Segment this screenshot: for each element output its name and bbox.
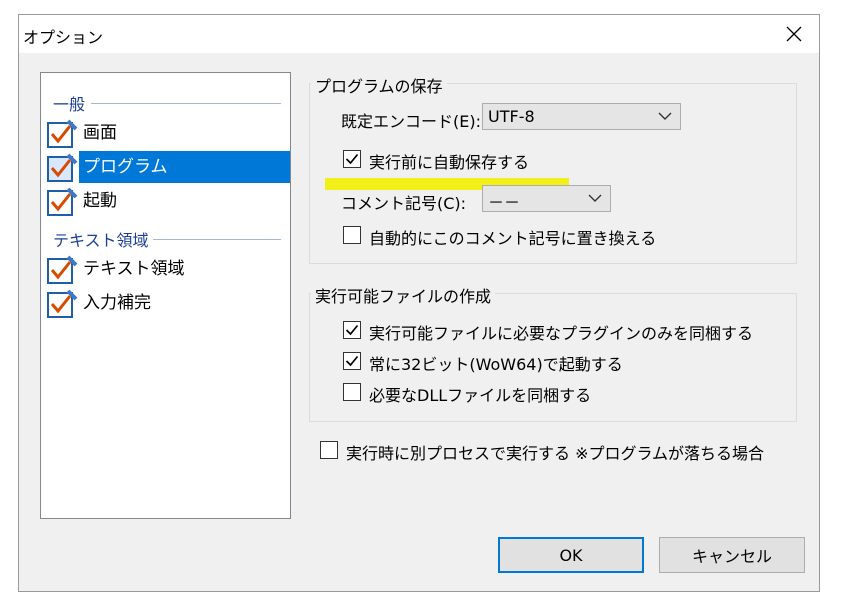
comment-label: コメント記号(C): (341, 194, 467, 213)
checkbox-box (343, 150, 361, 168)
autosave-label: 実行前に自動保存する (369, 153, 530, 172)
checklist-icon (47, 187, 78, 216)
comment-select-value: －－ (488, 193, 521, 212)
tree-item-screen[interactable]: 画面 (46, 117, 290, 149)
tree-category-text-area: テキスト領域 (53, 231, 149, 250)
encode-select[interactable]: UTF-8 (482, 103, 681, 130)
dll-label: 必要なDLLファイルを同梱する (369, 386, 592, 405)
checkmark-icon (345, 355, 359, 367)
wow64-checkbox[interactable]: 常に32ビット(WoW64)で起動する (343, 351, 623, 374)
tree-item-program[interactable]: プログラム (46, 151, 290, 183)
category-divider (91, 103, 281, 104)
separate-process-label: 実行時に別プロセスで実行する ※プログラムが落ちる場合 (346, 444, 765, 463)
tree-item-label: 入力補完 (83, 293, 151, 313)
plugins-checkbox[interactable]: 実行可能ファイルに必要なプラグインのみを同梱する (343, 320, 754, 343)
encode-label: 既定エンコード(E): (341, 112, 481, 131)
chevron-down-icon (588, 194, 602, 202)
comment-select[interactable]: －－ (482, 185, 611, 212)
plugins-label: 実行可能ファイルに必要なプラグインのみを同梱する (369, 324, 754, 343)
checkbox-box (343, 321, 361, 339)
category-divider (153, 239, 281, 240)
close-button[interactable] (775, 15, 813, 53)
window-title: オプション (23, 28, 104, 47)
autoreplace-label: 自動的にこのコメント記号に置き換える (369, 229, 657, 248)
tree-item-label: プログラム (79, 151, 290, 183)
close-icon (786, 26, 802, 42)
tree-item-text-area[interactable]: テキスト領域 (46, 253, 290, 285)
tree-item-label: 画面 (83, 123, 117, 143)
separate-process-checkbox[interactable]: 実行時に別プロセスで実行する ※プログラムが落ちる場合 (320, 440, 780, 463)
wow64-label: 常に32ビット(WoW64)で起動する (369, 355, 623, 374)
autoreplace-checkbox[interactable]: 自動的にこのコメント記号に置き換える (343, 225, 663, 248)
checklist-icon (47, 119, 78, 148)
checkbox-box (320, 441, 338, 459)
tree-item-label: 起動 (83, 191, 117, 211)
checkbox-box (343, 383, 361, 401)
encode-select-value: UTF-8 (488, 107, 535, 126)
checklist-icon (47, 153, 78, 182)
exe-group-title: 実行可能ファイルの作成 (311, 283, 496, 307)
dll-checkbox[interactable]: 必要なDLLファイルを同梱する (343, 382, 593, 405)
tree-item-label: テキスト領域 (83, 259, 185, 279)
autosave-checkbox[interactable]: 実行前に自動保存する (343, 149, 573, 172)
tree-item-autocomplete[interactable]: 入力補完 (46, 287, 290, 319)
title-bar: オプション (19, 15, 819, 53)
checklist-icon (47, 255, 78, 284)
chevron-down-icon (658, 112, 672, 120)
tree-category-general: 一般 (53, 95, 86, 114)
options-dialog: オプション 一般 画面 プログラム 起動 テキスト領域 テキスト領域 入力補完 … (18, 14, 820, 592)
checkmark-icon (345, 324, 359, 336)
ok-button[interactable]: OK (498, 537, 644, 573)
category-tree[interactable]: 一般 画面 プログラム 起動 テキスト領域 テキスト領域 入力補完 (40, 72, 291, 519)
cancel-button[interactable]: キャンセル (659, 537, 805, 573)
checkbox-box (343, 226, 361, 244)
tree-item-startup[interactable]: 起動 (46, 185, 290, 217)
checklist-icon (47, 289, 78, 318)
checkbox-box (343, 352, 361, 370)
checkmark-icon (345, 153, 359, 165)
save-group-title: プログラムの保存 (311, 73, 447, 97)
